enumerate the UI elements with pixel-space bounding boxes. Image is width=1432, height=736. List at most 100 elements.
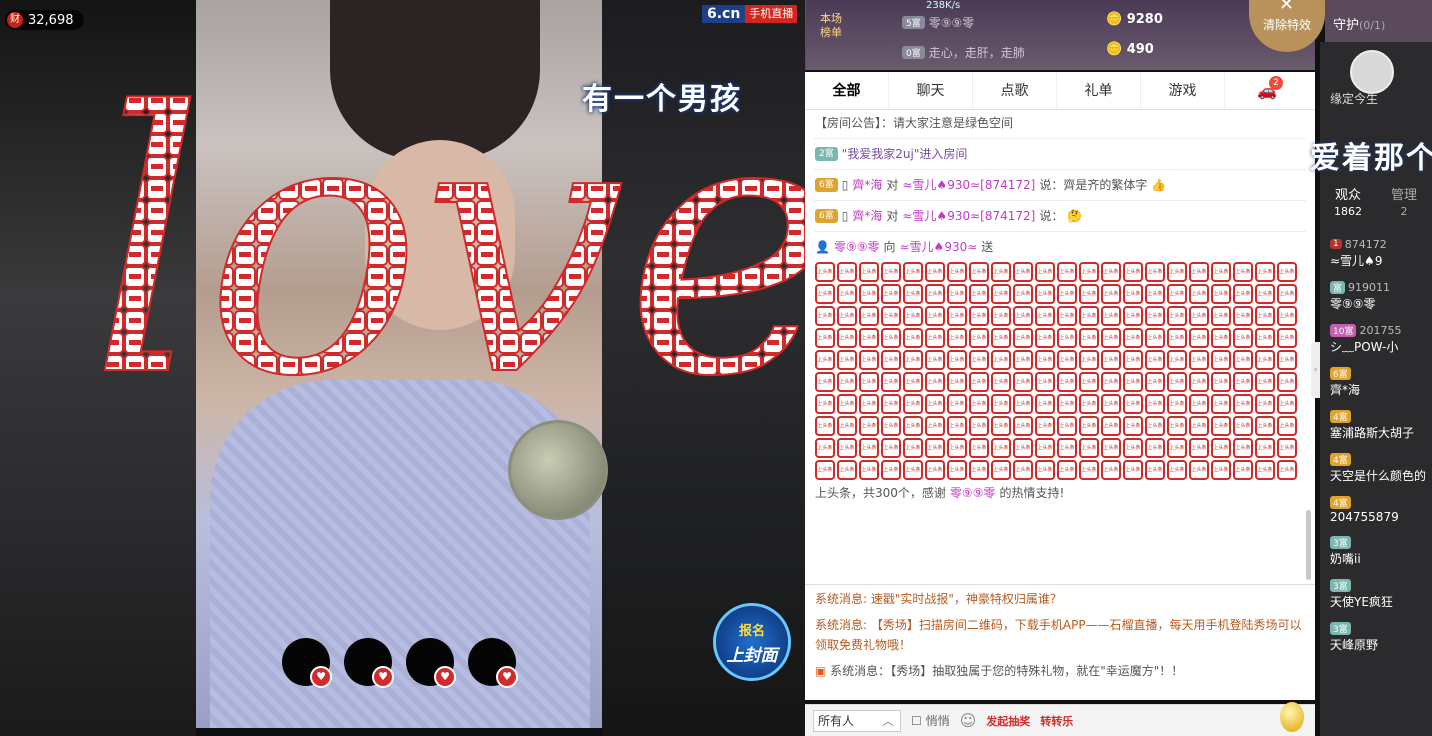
private-checkbox[interactable]: ☐ 悄悄 — [911, 712, 950, 729]
signup-cover-button[interactable]: 报名 上封面 — [713, 603, 791, 681]
lottery-button[interactable]: 发起抽奖 — [986, 713, 1030, 729]
gift-tile: 上头条 — [1079, 262, 1099, 282]
gift-tile: 上头条 — [1101, 284, 1121, 304]
list-item[interactable]: 10富 201755 シ﹏POW-小 — [1330, 322, 1432, 355]
gift-tile: 上头条 — [991, 262, 1011, 282]
gift-tile: 上头条 — [1123, 394, 1143, 414]
target-select[interactable]: 所有人 ︿ — [813, 709, 901, 732]
spin-button[interactable]: 转转乐 — [1040, 713, 1073, 729]
gift-tile: 上头条 — [881, 284, 901, 304]
tab-audience[interactable]: 观众 1862 — [1320, 188, 1376, 224]
list-item[interactable]: 3富 奶嘴ii — [1330, 534, 1432, 567]
thinking-emoji-icon: 🤔 — [1067, 209, 1083, 223]
enter-text[interactable]: "我爱我家2uj"进入房间 — [842, 145, 968, 163]
level-badge: 6富 — [815, 209, 838, 223]
gift-tile: 上头条 — [837, 416, 857, 436]
brand-logo: 6.cn 手机直播 — [702, 5, 798, 23]
list-item[interactable]: 4富 204755879 — [1330, 494, 1432, 524]
gift-tile: 上头条 — [1057, 284, 1077, 304]
list-item[interactable]: 4富 塞浦路斯大胡子 — [1330, 408, 1432, 441]
list-item[interactable]: 富 919011 零⑨⑨零 — [1330, 279, 1432, 312]
gift-tile: 上头条 — [1255, 394, 1275, 414]
gift-tile: 上头条 — [1145, 438, 1165, 458]
receiver-name[interactable]: ≈雪儿♠930≈[874172] — [902, 207, 1035, 225]
ranking-button[interactable]: 本场 榜单 — [816, 12, 846, 40]
sender-name[interactable]: 齊*海 — [852, 207, 882, 225]
gift-tile: 上头条 — [1211, 328, 1231, 348]
emoji-icon[interactable]: ☺ — [960, 711, 977, 730]
tab-admin[interactable]: 管理 2 — [1376, 188, 1432, 224]
gift-tile: 上头条 — [903, 328, 923, 348]
gift-tile: 上头条 — [903, 350, 923, 370]
gift-tile: 上头条 — [1233, 350, 1253, 370]
gift-tile: 上头条 — [1035, 284, 1055, 304]
chat-scrollbar[interactable] — [1306, 510, 1311, 580]
gift-button-2[interactable]: ♥ — [344, 638, 394, 688]
gift-tile: 上头条 — [1013, 460, 1033, 480]
gift-button-3[interactable]: ♥ — [406, 638, 456, 688]
gift-tile: 上头条 — [837, 350, 857, 370]
gift-tile: 上头条 — [1145, 306, 1165, 326]
list-item[interactable]: 3富 天使YE疯狂 — [1330, 577, 1432, 610]
gift-tile: 上头条 — [925, 394, 945, 414]
gift-tile: 上头条 — [815, 438, 835, 458]
list-item[interactable]: 6富 齊*海 — [1330, 365, 1432, 398]
list-item[interactable]: 3富 天峰原野 — [1330, 620, 1432, 653]
gift-tile: 上头条 — [1035, 350, 1055, 370]
thumbs-up-icon: 👍 — [1151, 178, 1167, 192]
top-row-2-badge: 0富 — [902, 45, 925, 59]
top-row-1-name: 零⑨⑨零 — [928, 15, 975, 30]
gift-tile: 上头条 — [903, 394, 923, 414]
gift-tile: 上头条 — [969, 460, 989, 480]
tab-all[interactable]: 全部 — [805, 72, 889, 109]
sender-name[interactable]: 齊*海 — [852, 176, 882, 194]
gift-tile: 上头条 — [1101, 262, 1121, 282]
gift-tile: 上头条 — [1167, 306, 1187, 326]
gift-tile: 上头条 — [1145, 394, 1165, 414]
wealth-icon: 财 — [7, 12, 23, 28]
gift-tile: 上头条 — [1233, 262, 1253, 282]
tab-chat[interactable]: 聊天 — [889, 72, 973, 109]
system-message: 系统消息: 【秀场】扫描房间二维码，下载手机APP——石榴直播，每天用手机登陆秀… — [815, 618, 1302, 652]
tab-song[interactable]: 点歌 — [973, 72, 1057, 109]
host-avatar[interactable] — [1350, 50, 1394, 94]
gift-button-4[interactable]: ♥ — [468, 638, 518, 688]
gift-tile: 上头条 — [881, 438, 901, 458]
gift-tile: 上头条 — [991, 438, 1011, 458]
level-badge: 2富 — [815, 147, 838, 161]
car-button[interactable]: 🚗 2 — [1225, 72, 1309, 109]
message-text: 说：齊是齐的繁体字 — [1039, 178, 1148, 192]
gift-tile: 上头条 — [1189, 416, 1209, 436]
gift-tile: 上头条 — [815, 328, 835, 348]
gift-sender[interactable]: 零⑨⑨零 — [834, 238, 880, 256]
gift-tile: 上头条 — [1211, 438, 1231, 458]
gift-tile: 上头条 — [859, 306, 879, 326]
gift-tile: 上头条 — [1079, 438, 1099, 458]
tab-gifts[interactable]: 礼单 — [1057, 72, 1141, 109]
top-row-1-value: 🪙 9280 — [1106, 12, 1163, 27]
gift-tile: 上头条 — [1233, 306, 1253, 326]
top-row-2-value: 🪙 490 — [1106, 42, 1154, 57]
video-stage: love 财 32,698 6.cn 手机直播 有一个男孩 ♥ ♥ ♥ ♥ 报名… — [0, 0, 805, 736]
receiver-name[interactable]: ≈雪儿♠930≈[874172] — [902, 176, 1035, 194]
gift-tile: 上头条 — [903, 262, 923, 282]
gift-tile: 上头条 — [925, 306, 945, 326]
gift-tile: 上头条 — [1167, 416, 1187, 436]
gift-tile: 上头条 — [837, 460, 857, 480]
gift-tile: 上头条 — [837, 328, 857, 348]
gift-button-1[interactable]: ♥ — [282, 638, 332, 688]
gift-tile: 上头条 — [1079, 350, 1099, 370]
list-item[interactable]: 4富 天空是什么颜色的 — [1330, 451, 1432, 484]
gift-receiver[interactable]: ≈雪儿♠930≈ — [900, 238, 978, 256]
golden-egg-icon[interactable] — [1280, 702, 1304, 732]
enter-message: 2富 "我爱我家2uj"进入房间 — [815, 145, 1305, 163]
wealth-badge: 财 32,698 — [5, 10, 84, 30]
list-item[interactable]: 1 874172 ≈雪儿♠9 — [1330, 236, 1432, 269]
guard-header[interactable]: 守护(0/1) — [1325, 0, 1432, 42]
tab-games[interactable]: 游戏 — [1141, 72, 1225, 109]
gift-tile: 上头条 — [947, 350, 967, 370]
gift-tile: 上头条 — [1123, 416, 1143, 436]
expand-panel-button[interactable]: › — [1311, 342, 1320, 398]
car-badge: 2 — [1269, 76, 1283, 90]
gift-tile: 上头条 — [1057, 306, 1077, 326]
